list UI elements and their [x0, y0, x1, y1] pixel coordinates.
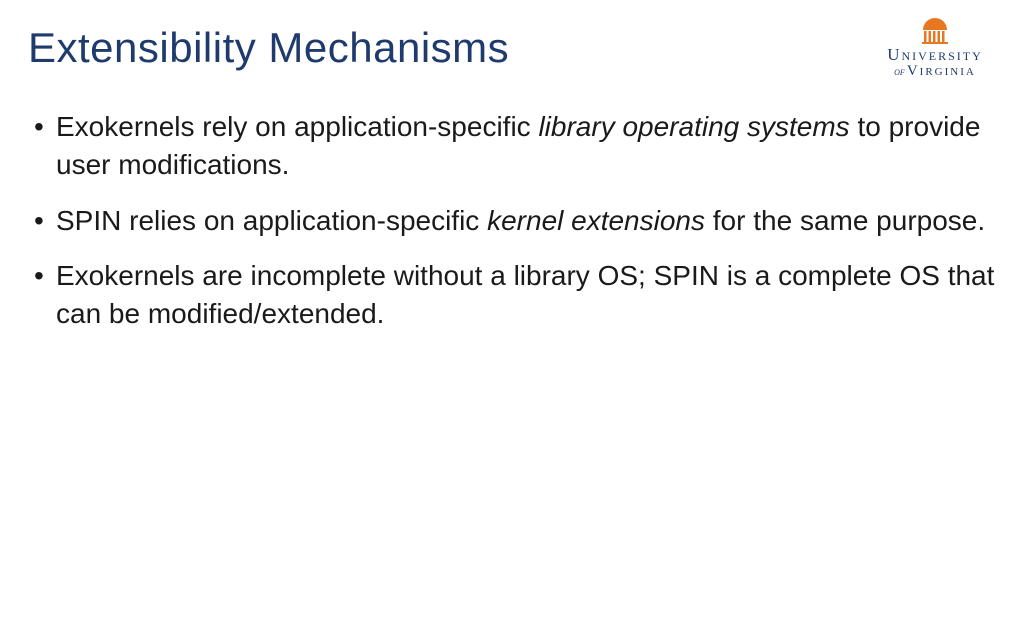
text-segment: SPIN relies on application-specific — [56, 205, 487, 236]
text-segment: Exokernels are incomplete without a libr… — [56, 260, 994, 329]
logo-text: University ofVirginia — [870, 46, 1000, 80]
text-segment: library operating systems — [538, 111, 849, 142]
slide-title: Extensibility Mechanisms — [28, 24, 996, 72]
list-item: Exokernels rely on application-specific … — [28, 108, 996, 184]
university-logo: University ofVirginia — [870, 18, 1000, 80]
logo-line1: University — [870, 46, 1000, 64]
rotunda-icon — [915, 18, 955, 44]
logo-line2: ofVirginia — [870, 64, 1000, 80]
text-segment: Exokernels rely on application-specific — [56, 111, 538, 142]
slide: University ofVirginia Extensibility Mech… — [0, 0, 1024, 640]
list-item: SPIN relies on application-specific kern… — [28, 202, 996, 240]
text-segment: kernel extensions — [487, 205, 705, 236]
text-segment: for the same purpose. — [705, 205, 985, 236]
bullet-list: Exokernels rely on application-specific … — [28, 108, 996, 333]
list-item: Exokernels are incomplete without a libr… — [28, 257, 996, 333]
